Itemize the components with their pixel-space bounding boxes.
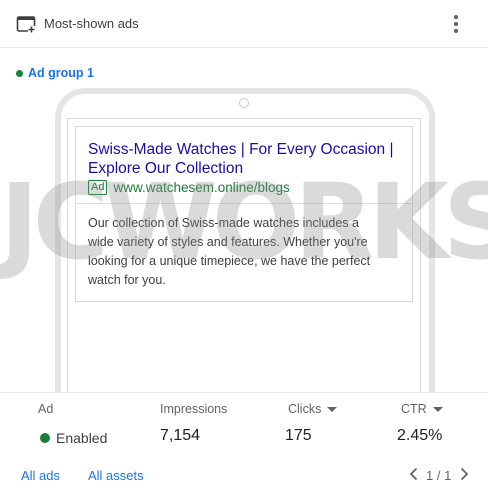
ad-group-label: Ad group 1	[28, 66, 94, 80]
ctr-label: CTR	[401, 402, 427, 416]
ad-headline[interactable]: Swiss-Made Watches | For Every Occasion …	[88, 140, 404, 178]
most-shown-ads-card: Most-shown ads Ad group 1 Swiss-Made Wat…	[0, 0, 488, 500]
browser-window-icon	[16, 16, 36, 34]
phone-camera-icon	[239, 98, 249, 108]
stats-panel: Ad Impressions Clicks CTR Enabled 7,154 …	[0, 392, 488, 456]
ad-divider	[76, 203, 412, 204]
ad-group-link[interactable]: Ad group 1	[16, 64, 94, 82]
ad-badge: Ad	[88, 179, 108, 195]
status-dot-icon	[16, 69, 23, 77]
status-label: Enabled	[56, 430, 108, 446]
clicks-label: Clicks	[288, 402, 322, 416]
ctr-value: 2.45%	[397, 427, 443, 444]
card-title: Most-shown ads	[44, 16, 139, 31]
enabled-dot-icon	[40, 433, 50, 443]
card-header: Most-shown ads	[0, 0, 488, 48]
ctr-column-header[interactable]: CTR	[401, 402, 443, 416]
all-ads-link[interactable]: All ads	[21, 468, 60, 483]
clicks-column-header[interactable]: Clicks	[288, 402, 338, 416]
ad-display-url[interactable]: www.watchesem.online/blogs	[113, 180, 289, 195]
ad-url-row: Ad www.watchesem.online/blogs	[88, 179, 290, 195]
chevron-left-icon[interactable]	[406, 466, 422, 482]
all-assets-link[interactable]: All assets	[88, 468, 144, 483]
sort-dropdown-icon[interactable]	[327, 406, 338, 412]
pagination-text: 1 / 1	[426, 468, 452, 483]
more-vert-icon[interactable]	[448, 12, 464, 36]
impressions-value: 7,154	[160, 427, 201, 444]
clicks-value: 175	[285, 427, 312, 444]
ad-status: Enabled	[40, 430, 107, 446]
chevron-right-icon[interactable]	[456, 466, 472, 482]
ad-column-header: Ad	[38, 402, 54, 416]
sort-dropdown-icon[interactable]	[432, 406, 443, 412]
ad-description: Our collection of Swiss-made watches inc…	[88, 216, 371, 287]
card-footer: All ads All assets 1 / 1	[0, 456, 488, 500]
impressions-column-header: Impressions	[160, 402, 228, 416]
